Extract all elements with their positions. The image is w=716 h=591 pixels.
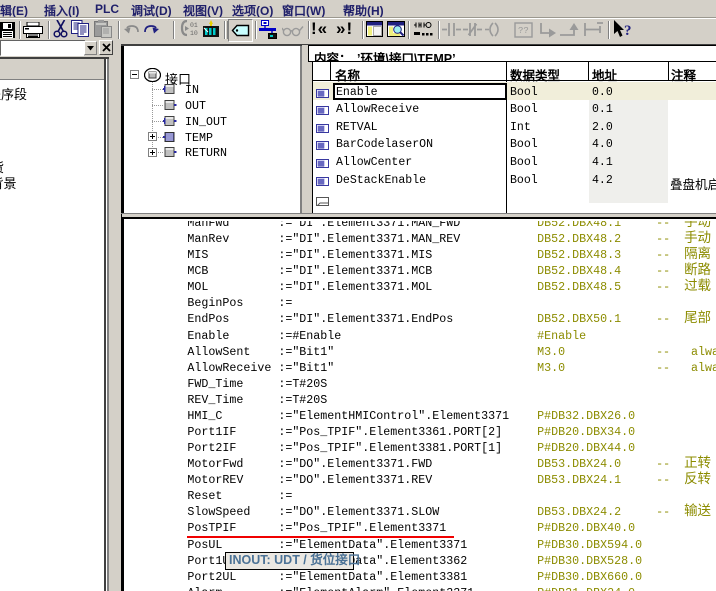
svg-text:10: 10 [190, 30, 198, 37]
svg-text:?: ? [624, 23, 632, 39]
svg-text:??: ?? [518, 26, 529, 36]
svg-text:01: 01 [190, 22, 198, 29]
